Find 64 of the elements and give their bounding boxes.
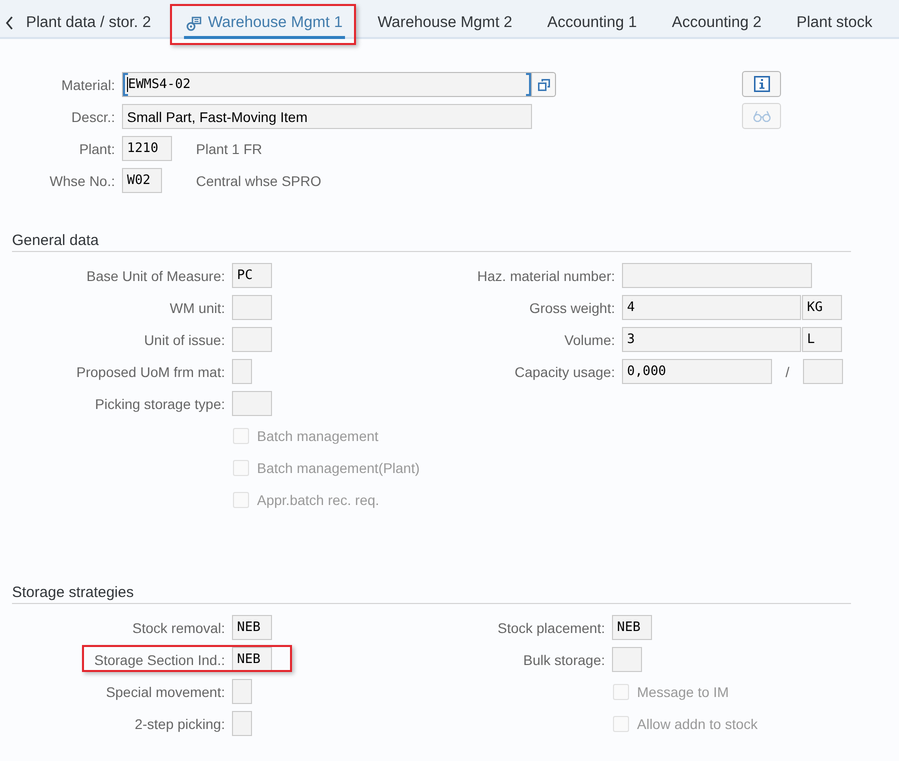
unit-field[interactable]: KG (802, 295, 842, 320)
field-label: Special movement: (104, 684, 226, 700)
checkbox-label: Allow addn to stock (637, 716, 758, 732)
overlapping-squares-icon (538, 78, 550, 90)
checkbox-label: Batch management(Plant) (257, 460, 420, 476)
input-field[interactable]: EWMS4-02 (122, 72, 532, 97)
checkbox-label: Appr.batch rec. req. (257, 492, 380, 508)
info-button[interactable] (742, 71, 781, 97)
field-label: Plant: (79, 140, 116, 156)
input-field[interactable]: PC (232, 263, 272, 288)
section-title: Storage strategies (12, 583, 134, 603)
input-field[interactable] (803, 359, 843, 384)
input-field[interactable]: W02 (122, 168, 162, 193)
field-label: Picking storage type: (94, 396, 226, 412)
tab[interactable]: Warehouse Mgmt 2 (376, 0, 514, 39)
tab[interactable]: Plant stock (794, 0, 874, 39)
field-label: WM unit: (168, 300, 226, 316)
input-field[interactable] (622, 263, 812, 288)
input-field[interactable]: NEB (612, 615, 652, 640)
field-label: Descr.: (71, 108, 116, 124)
ratio-separator: / (784, 364, 790, 380)
field-label: Proposed UoM frm mat: (75, 364, 226, 380)
checkbox-label: Batch management (257, 428, 378, 444)
field-label: Capacity usage: (514, 364, 616, 380)
field-label: Whse No.: (50, 172, 116, 188)
input-field[interactable] (232, 391, 272, 416)
field-label: Material: (61, 76, 116, 92)
field-label: 2-step picking: (134, 716, 226, 732)
input-field[interactable] (232, 711, 252, 736)
input-field[interactable] (232, 327, 272, 352)
field-label: Storage Section Ind.: (93, 652, 226, 668)
input-field[interactable]: 4 (622, 295, 801, 320)
tab[interactable]: Plant data / stor. 2 (24, 0, 153, 39)
field-label: Unit of issue: (143, 332, 226, 348)
field-label: Haz. material number: (476, 268, 616, 284)
info-icon (754, 76, 770, 92)
input-field[interactable]: NEB (232, 647, 272, 672)
input-field[interactable] (232, 295, 272, 320)
unit-field[interactable]: L (802, 327, 842, 352)
input-field[interactable]: 3 (622, 327, 801, 352)
input-field[interactable]: Small Part, Fast-Moving Item (122, 104, 532, 129)
field-label: Volume: (563, 332, 616, 348)
field-label: Stock removal: (131, 620, 226, 636)
input-field[interactable] (232, 359, 252, 384)
field-label: Base Unit of Measure: (85, 268, 226, 284)
trolley-icon (186, 16, 202, 30)
input-field[interactable]: 1210 (122, 136, 172, 161)
tab[interactable]: Accounting 2 (670, 0, 764, 39)
section-title: General data (12, 231, 99, 251)
tab[interactable]: Accounting 1 (545, 0, 639, 39)
tab[interactable]: Warehouse Mgmt 1 (184, 0, 345, 39)
glasses-icon (752, 110, 770, 122)
input-field[interactable] (232, 679, 252, 704)
field-label: Bulk storage: (522, 652, 606, 668)
input-field[interactable] (612, 647, 642, 672)
field-label: Gross weight: (528, 300, 616, 316)
input-field[interactable]: 0,000 (622, 359, 772, 384)
checkbox-label: Message to IM (637, 684, 729, 700)
input-field[interactable]: NEB (232, 615, 272, 640)
copy-button[interactable] (532, 72, 556, 97)
field-description: Central whse SPRO (196, 172, 322, 188)
chevron-left-icon (5, 16, 14, 30)
field-description: Plant 1 FR (196, 140, 264, 156)
field-label: Stock placement: (496, 620, 606, 636)
